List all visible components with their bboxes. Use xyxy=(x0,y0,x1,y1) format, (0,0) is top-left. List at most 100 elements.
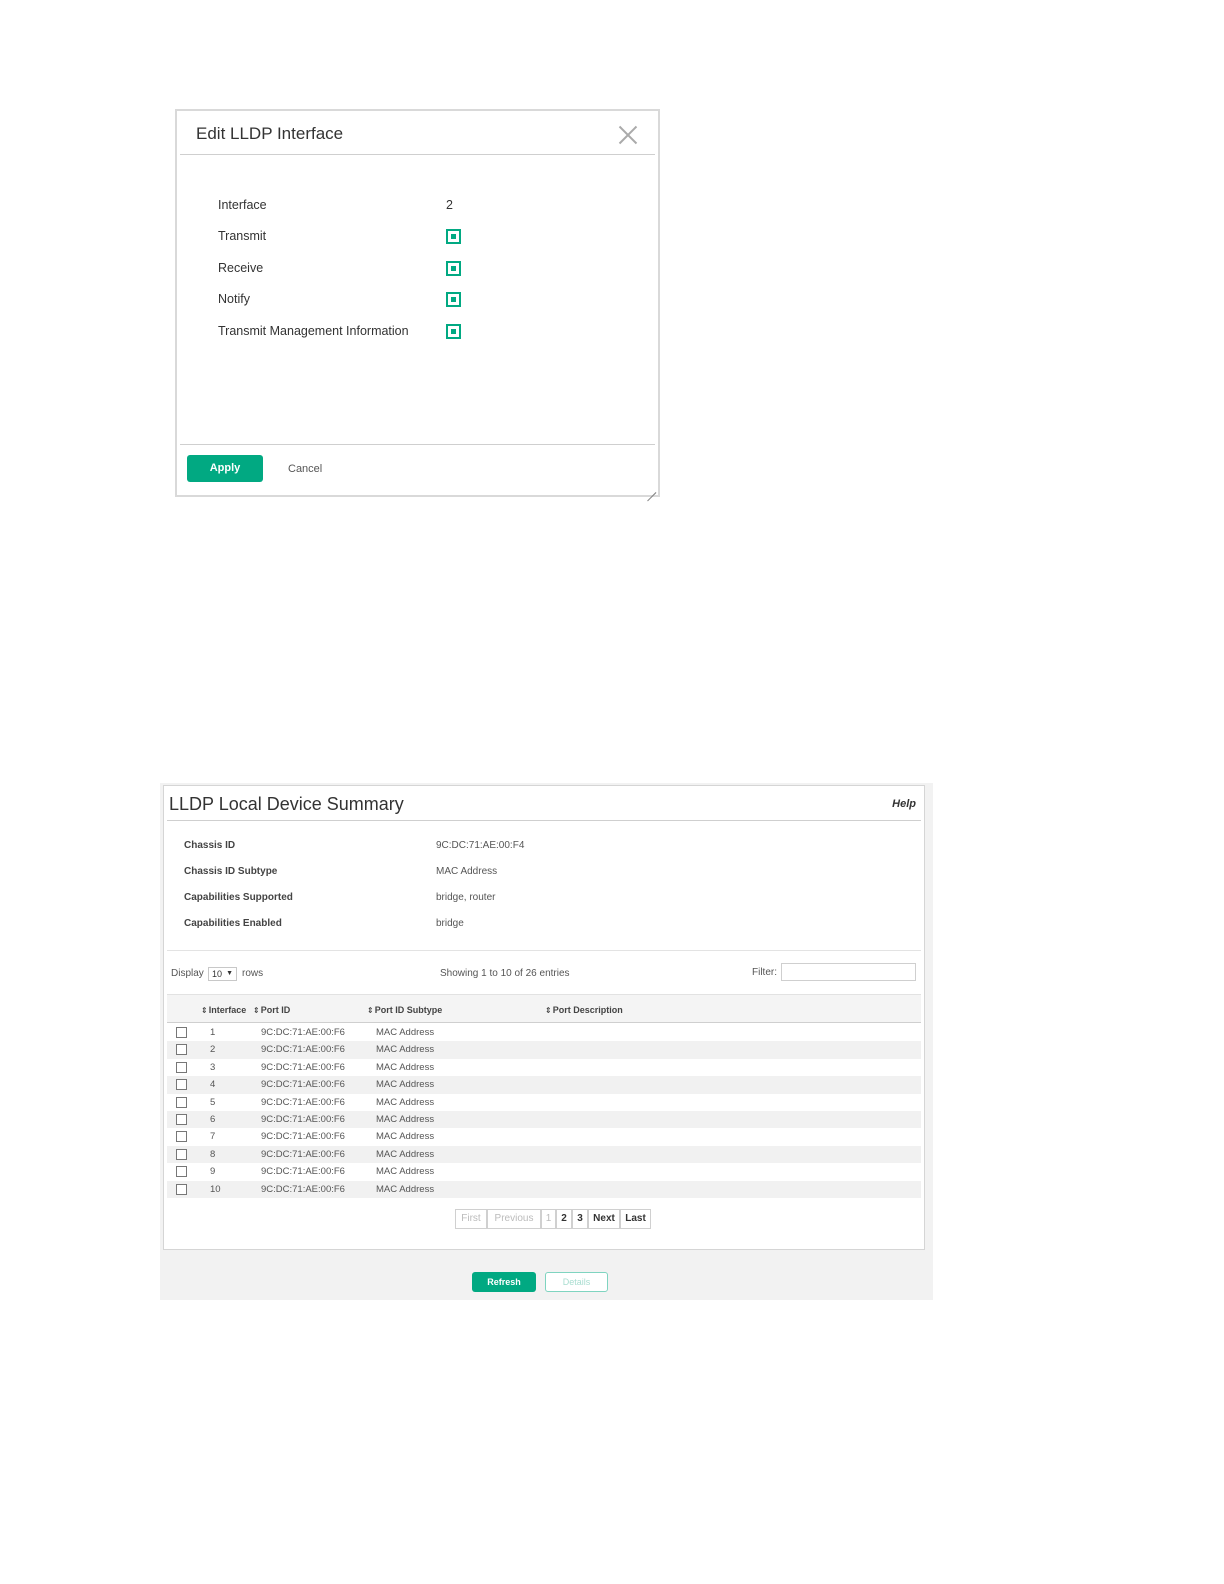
cancel-button[interactable]: Cancel xyxy=(288,463,322,475)
table-row[interactable]: 10 9C:DC:71:AE:00:F6 MAC Address xyxy=(167,1180,921,1198)
chassis-id-subtype-value: MAC Address xyxy=(436,866,498,877)
receive-label: Receive xyxy=(218,261,264,275)
notify-checkbox[interactable] xyxy=(446,292,461,307)
column-header-interface[interactable]: ⇕Interface xyxy=(201,1005,246,1015)
row-checkbox[interactable] xyxy=(176,1027,187,1038)
row-checkbox[interactable] xyxy=(176,1166,187,1178)
row-checkbox[interactable] xyxy=(176,1044,187,1056)
table-row[interactable]: 4 9C:DC:71:AE:00:F6 MAC Address xyxy=(167,1076,921,1094)
lldp-summary-container: LLDP Local Device Summary Help Chassis I… xyxy=(160,783,933,1300)
column-header-port-description[interactable]: ⇕Port Description xyxy=(545,1005,623,1015)
transmit-mgmt-info-label: Transmit Management Information xyxy=(218,324,409,338)
pagination-next[interactable]: Next xyxy=(588,1209,620,1229)
lldp-summary-panel: LLDP Local Device Summary Help Chassis I… xyxy=(163,785,925,1250)
dialog-header-divider xyxy=(180,154,655,155)
cell-port-id: 9C:DC:71:AE:00:F6 xyxy=(261,1131,345,1143)
chassis-id-value: 9C:DC:71:AE:00:F4 xyxy=(436,840,525,851)
page-title: LLDP Local Device Summary xyxy=(169,794,404,814)
cell-port-id: 9C:DC:71:AE:00:F6 xyxy=(261,1079,345,1091)
pagination-last[interactable]: Last xyxy=(620,1209,651,1229)
cell-interface: 6 xyxy=(210,1113,216,1125)
cell-port-id: 9C:DC:71:AE:00:F6 xyxy=(261,1096,345,1108)
table-row[interactable]: 2 9C:DC:71:AE:00:F6 MAC Address xyxy=(167,1041,921,1059)
table-row[interactable]: 7 9C:DC:71:AE:00:F6 MAC Address xyxy=(167,1128,921,1145)
sort-icon: ⇕ xyxy=(545,1006,552,1015)
capabilities-supported-value: bridge, router xyxy=(436,892,496,903)
table-row[interactable]: 9 9C:DC:71:AE:00:F6 MAC Address xyxy=(167,1163,921,1180)
cell-interface: 4 xyxy=(210,1079,216,1091)
resize-grip-icon[interactable] xyxy=(646,483,656,493)
notify-label: Notify xyxy=(218,292,250,306)
column-header-interface-label: Interface xyxy=(208,1005,247,1015)
dialog-footer-divider xyxy=(180,444,655,445)
transmit-mgmt-info-checkbox[interactable] xyxy=(446,324,461,339)
row-checkbox[interactable] xyxy=(176,1079,187,1091)
rows-per-page-select[interactable]: 10 ▼ xyxy=(208,967,237,981)
cell-port-id-subtype: MAC Address xyxy=(376,1183,435,1195)
chassis-id-label: Chassis ID xyxy=(184,840,236,851)
showing-entries-text: Showing 1 to 10 of 26 entries xyxy=(440,968,570,979)
table-row[interactable]: 8 9C:DC:71:AE:00:F6 MAC Address xyxy=(167,1145,921,1164)
apply-button[interactable]: Apply xyxy=(187,455,263,482)
help-link[interactable]: Help xyxy=(892,798,916,810)
close-icon[interactable] xyxy=(617,124,639,146)
refresh-button[interactable]: Refresh xyxy=(472,1272,536,1292)
display-label: Display xyxy=(171,968,204,979)
row-checkbox[interactable] xyxy=(176,1061,187,1073)
interface-value: 2 xyxy=(446,198,453,212)
row-checkbox[interactable] xyxy=(176,1113,187,1125)
pagination-page-3[interactable]: 3 xyxy=(572,1209,588,1229)
interface-label: Interface xyxy=(218,198,267,212)
cell-port-id: 9C:DC:71:AE:00:F6 xyxy=(261,1148,345,1160)
cell-interface: 3 xyxy=(210,1061,216,1073)
cell-interface: 8 xyxy=(210,1148,216,1160)
column-header-port-id-subtype-label: Port ID Subtype xyxy=(374,1005,443,1015)
table-row[interactable]: 3 9C:DC:71:AE:00:F6 MAC Address xyxy=(167,1059,921,1076)
pagination-page-1: 1 xyxy=(541,1209,556,1229)
table-row[interactable]: 1 9C:DC:71:AE:00:F6 MAC Address xyxy=(167,1024,921,1041)
row-checkbox[interactable] xyxy=(176,1131,187,1143)
pagination-previous: Previous xyxy=(487,1209,541,1229)
edit-lldp-interface-dialog: Edit LLDP Interface Interface 2 Transmit… xyxy=(175,109,660,497)
sort-icon: ⇕ xyxy=(367,1006,374,1015)
capabilities-enabled-label: Capabilities Enabled xyxy=(184,918,282,929)
receive-checkbox[interactable] xyxy=(446,261,461,276)
rows-label: rows xyxy=(242,968,264,979)
cell-interface: 9 xyxy=(210,1166,216,1178)
cell-interface: 7 xyxy=(210,1131,216,1143)
cell-port-id-subtype: MAC Address xyxy=(376,1113,435,1125)
column-header-port-description-label: Port Description xyxy=(552,1005,623,1015)
capabilities-supported-label: Capabilities Supported xyxy=(184,892,293,903)
pagination-first: First xyxy=(455,1209,487,1229)
sort-icon: ⇕ xyxy=(201,1006,208,1015)
title-divider xyxy=(167,820,921,821)
cell-port-id: 9C:DC:71:AE:00:F6 xyxy=(261,1061,345,1073)
filter-label: Filter: xyxy=(752,967,777,978)
cell-port-id-subtype: MAC Address xyxy=(376,1079,435,1091)
table-row[interactable]: 6 9C:DC:71:AE:00:F6 MAC Address xyxy=(167,1110,921,1129)
cell-port-id-subtype: MAC Address xyxy=(376,1148,435,1160)
cell-port-id: 9C:DC:71:AE:00:F6 xyxy=(261,1044,345,1056)
cell-interface: 1 xyxy=(210,1027,216,1038)
caret-down-icon: ▼ xyxy=(226,970,233,977)
row-checkbox[interactable] xyxy=(176,1096,187,1108)
column-header-port-id-label: Port ID xyxy=(260,1005,291,1015)
table-row[interactable]: 5 9C:DC:71:AE:00:F6 MAC Address xyxy=(167,1094,921,1111)
filter-input[interactable] xyxy=(781,963,916,981)
row-checkbox[interactable] xyxy=(176,1183,187,1195)
chassis-id-subtype-label: Chassis ID Subtype xyxy=(184,866,278,877)
column-header-port-id-subtype[interactable]: ⇕Port ID Subtype xyxy=(367,1005,442,1015)
cell-port-id-subtype: MAC Address xyxy=(376,1166,435,1178)
row-checkbox[interactable] xyxy=(176,1148,187,1160)
cell-port-id: 9C:DC:71:AE:00:F6 xyxy=(261,1166,345,1178)
transmit-checkbox[interactable] xyxy=(446,229,461,244)
transmit-label: Transmit xyxy=(218,229,267,243)
cell-port-id-subtype: MAC Address xyxy=(376,1131,435,1143)
cell-port-id: 9C:DC:71:AE:00:F6 xyxy=(261,1113,345,1125)
cell-port-id-subtype: MAC Address xyxy=(376,1027,435,1038)
pagination-page-2[interactable]: 2 xyxy=(556,1209,572,1229)
column-header-port-id[interactable]: ⇕Port ID xyxy=(253,1005,290,1015)
cell-port-id: 9C:DC:71:AE:00:F6 xyxy=(261,1183,345,1195)
rows-per-page-value: 10 xyxy=(212,969,223,979)
dialog-title: Edit LLDP Interface xyxy=(196,124,344,143)
